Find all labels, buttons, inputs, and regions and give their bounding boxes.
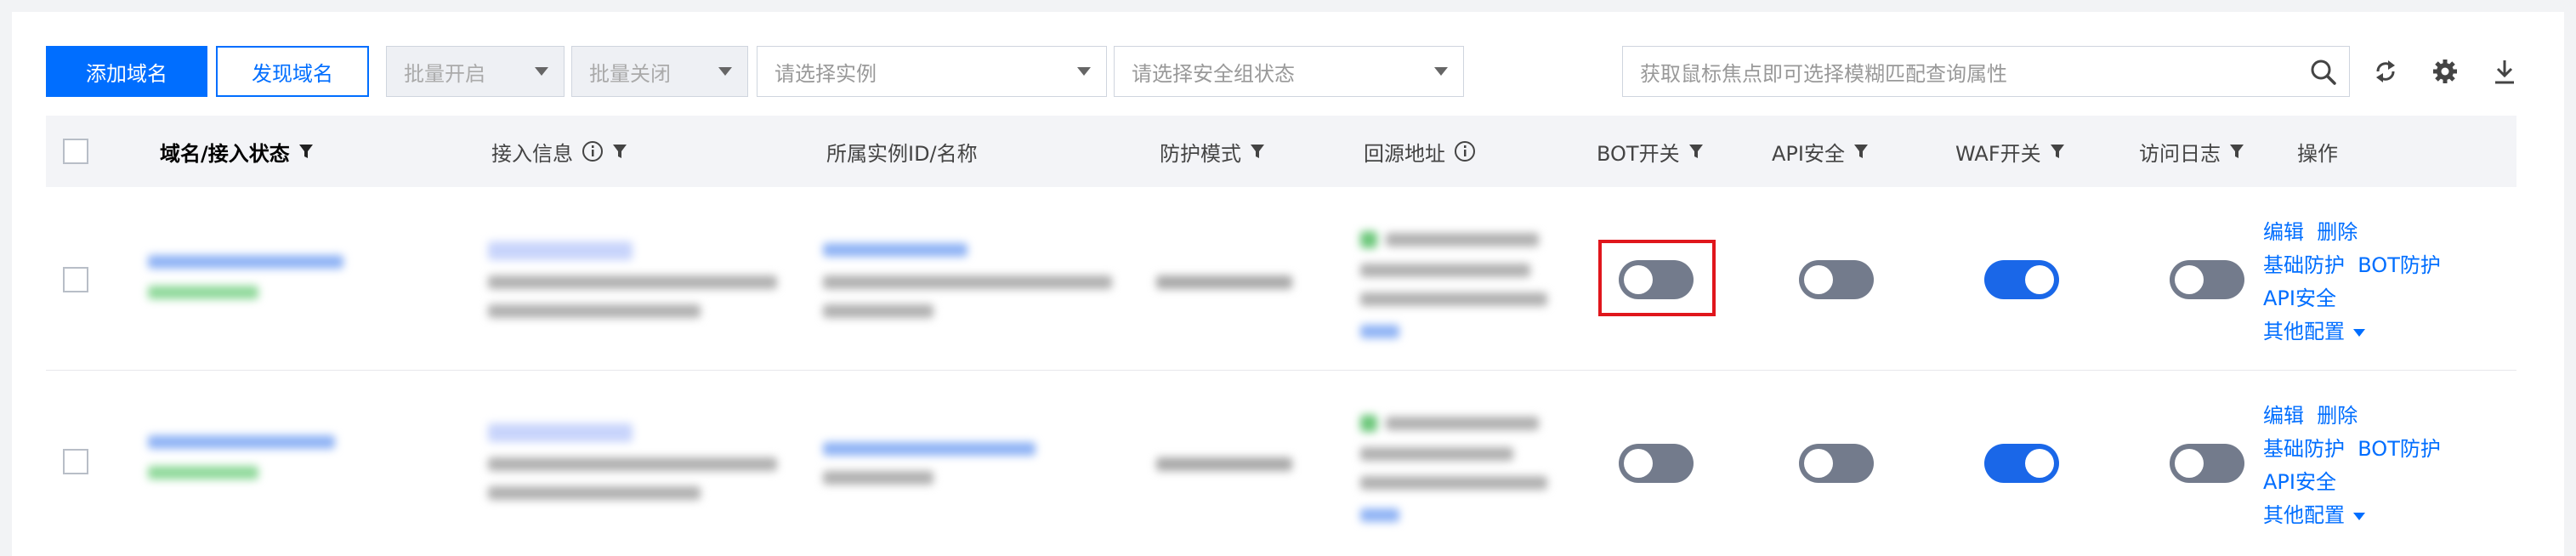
api-security-link[interactable]: API安全	[2263, 470, 2336, 494]
protection-mode-cell-redacted	[1156, 452, 1326, 478]
filter-icon[interactable]	[298, 143, 314, 160]
filter-icon[interactable]	[1853, 143, 1869, 160]
toggle-knob	[1804, 449, 1833, 478]
column-origin-label: 回源地址	[1364, 141, 1445, 166]
bot-protection-link[interactable]: BOT防护	[2358, 253, 2441, 277]
column-api-label: API安全	[1772, 141, 1845, 166]
select-all-checkbox[interactable]	[63, 139, 88, 164]
api-toggle[interactable]	[1799, 444, 1874, 483]
column-waf: WAF开关	[1955, 116, 2065, 187]
column-access-log: 访问日志	[2139, 116, 2244, 187]
api-security-link[interactable]: API安全	[2263, 287, 2336, 310]
row-actions: 编辑 删除 基础防护 BOT防护 API安全 其他配置	[2263, 400, 2441, 532]
search-icon[interactable]	[2310, 59, 2337, 86]
toggle-knob	[1624, 449, 1653, 478]
column-actions: 操作	[2297, 116, 2338, 187]
instance-cell-redacted	[823, 437, 1129, 505]
api-toggle[interactable]	[1799, 260, 1874, 299]
column-bot: BOT开关	[1597, 116, 1704, 187]
edit-link[interactable]: 编辑	[2263, 220, 2304, 244]
discover-domain-button[interactable]: 发现域名	[216, 46, 369, 97]
column-actions-label: 操作	[2297, 141, 2338, 166]
chevron-down-icon	[2353, 512, 2365, 520]
access-log-toggle[interactable]	[2170, 444, 2244, 483]
column-protection-mode: 防护模式	[1160, 116, 1265, 187]
access-log-toggle[interactable]	[2170, 260, 2244, 299]
table-row: 编辑 删除 基础防护 BOT防护 API安全 其他配置	[46, 371, 2516, 556]
chevron-down-icon	[718, 67, 732, 76]
row-checkbox[interactable]	[63, 267, 88, 292]
filter-icon[interactable]	[2050, 143, 2065, 160]
gear-icon[interactable]	[2428, 54, 2462, 88]
toggle-knob	[2175, 449, 2204, 478]
security-group-select[interactable]: 请选择安全组状态	[1114, 46, 1464, 97]
delete-link[interactable]: 删除	[2317, 220, 2358, 244]
column-protection-mode-label: 防护模式	[1160, 141, 1241, 166]
edit-link[interactable]: 编辑	[2263, 404, 2304, 428]
domain-list-panel: 添加域名 发现域名 批量开启 批量关闭 请选择实例 请选择安全组状态 获取鼠标焦…	[12, 12, 2564, 556]
row-checkbox[interactable]	[63, 449, 88, 474]
toggle-knob	[2175, 265, 2204, 294]
toggle-knob	[2025, 265, 2054, 294]
column-domain: 域名/接入状态	[160, 116, 314, 187]
chevron-down-icon	[1434, 67, 1448, 76]
batch-disable-select[interactable]: 批量关闭	[571, 46, 748, 97]
other-config-dropdown[interactable]: 其他配置	[2263, 503, 2345, 527]
batch-disable-label: 批量关闭	[589, 61, 671, 86]
info-icon[interactable]	[582, 140, 604, 162]
instance-cell-redacted	[823, 236, 1129, 338]
delete-link[interactable]: 删除	[2317, 404, 2358, 428]
column-access-info-label: 接入信息	[491, 141, 573, 166]
access-info-cell-redacted	[488, 418, 794, 520]
instance-select[interactable]: 请选择实例	[757, 46, 1107, 97]
chevron-down-icon	[2353, 328, 2365, 337]
column-access-log-label: 访问日志	[2139, 141, 2221, 166]
instance-select-placeholder: 请选择实例	[775, 61, 877, 86]
waf-toggle[interactable]	[1984, 260, 2059, 299]
access-info-cell-redacted	[488, 236, 794, 338]
chevron-down-icon	[1077, 67, 1091, 76]
protection-mode-cell-redacted	[1156, 270, 1326, 296]
domain-cell-redacted	[148, 430, 369, 498]
table-row: 编辑 删除 基础防护 BOT防护 API安全 其他配置	[46, 187, 2516, 371]
filter-icon[interactable]	[1250, 143, 1265, 160]
filter-icon[interactable]	[2229, 143, 2244, 160]
bot-toggle[interactable]	[1619, 444, 1694, 483]
column-access-info: 接入信息	[491, 116, 627, 187]
bot-protection-link[interactable]: BOT防护	[2358, 437, 2441, 461]
toggle-knob	[1804, 265, 1833, 294]
basic-protection-link[interactable]: 基础防护	[2263, 253, 2345, 277]
origin-cell-redacted	[1360, 411, 1598, 539]
toggle-knob	[2025, 449, 2054, 478]
filter-icon[interactable]	[612, 143, 627, 160]
other-config-dropdown[interactable]: 其他配置	[2263, 320, 2345, 343]
refresh-icon[interactable]	[2369, 54, 2403, 88]
batch-enable-label: 批量开启	[404, 61, 485, 86]
filter-icon[interactable]	[1688, 143, 1704, 160]
add-domain-button[interactable]: 添加域名	[46, 46, 207, 97]
column-origin: 回源地址	[1364, 116, 1476, 187]
column-domain-label: 域名/接入状态	[160, 141, 290, 166]
search-input[interactable]: 获取鼠标焦点即可选择模糊匹配查询属性	[1622, 46, 2350, 97]
column-instance: 所属实例ID/名称	[826, 116, 978, 187]
column-waf-label: WAF开关	[1955, 141, 2041, 166]
column-api: API安全	[1772, 116, 1869, 187]
origin-cell-redacted	[1360, 228, 1598, 355]
waf-toggle[interactable]	[1984, 444, 2059, 483]
domain-cell-redacted	[148, 250, 369, 318]
basic-protection-link[interactable]: 基础防护	[2263, 437, 2345, 461]
info-icon[interactable]	[1454, 140, 1476, 162]
table-header: 域名/接入状态 接入信息 所属实例ID/名称 防护模式 回源地址 BOT开关 A…	[46, 116, 2516, 187]
bot-toggle-highlight	[1598, 240, 1716, 316]
chevron-down-icon	[535, 67, 548, 76]
row-actions: 编辑 删除 基础防护 BOT防护 API安全 其他配置	[2263, 216, 2441, 349]
security-group-select-placeholder: 请选择安全组状态	[1132, 61, 1295, 86]
column-instance-label: 所属实例ID/名称	[826, 141, 978, 166]
download-icon[interactable]	[2488, 54, 2522, 88]
column-bot-label: BOT开关	[1597, 141, 1680, 166]
search-placeholder: 获取鼠标焦点即可选择模糊匹配查询属性	[1640, 61, 2007, 86]
batch-enable-select[interactable]: 批量开启	[386, 46, 565, 97]
